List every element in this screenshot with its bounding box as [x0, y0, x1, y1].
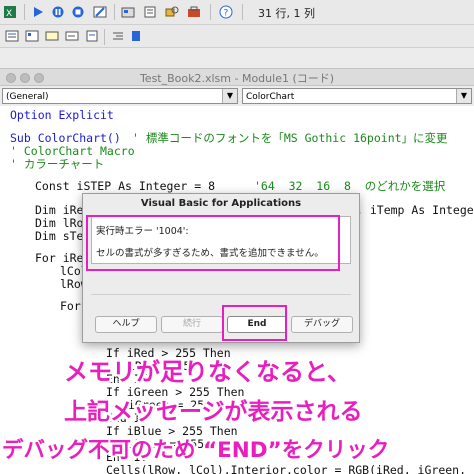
code-line: For — [60, 299, 81, 313]
dialog-divider — [91, 294, 351, 295]
code-comment: ' カラーチャート — [10, 157, 105, 171]
message-highlight — [86, 215, 340, 271]
continue-button[interactable]: 続行 — [161, 316, 223, 333]
list-constants-icon[interactable] — [24, 28, 40, 44]
quick-info-icon[interactable] — [44, 28, 60, 44]
cursor-position-readout: 31 行, 1 列 — [258, 7, 315, 20]
annotation-caption-1: メモリが足りなくなると、 — [64, 358, 352, 386]
procedure-dropdown-value: ColorChart — [246, 92, 295, 102]
svg-text:X: X — [6, 9, 12, 19]
debug-button[interactable]: デバッグ — [291, 316, 353, 333]
code-comment: ' ColorChart Macro — [10, 144, 135, 158]
code-line: Option Explicit — [10, 108, 114, 122]
indent-icon[interactable] — [110, 28, 126, 44]
standard-toolbar: X ? 31 行, 1 列 — [0, 0, 474, 25]
properties-icon[interactable] — [142, 4, 158, 20]
complete-word-icon[interactable] — [84, 28, 100, 44]
annotation-caption-3: デバッグ不可のため “END”をクリック — [2, 438, 390, 463]
window-title: Test_Book2.xlsm - Module1 (コード) — [139, 72, 335, 85]
annotation-caption-2: 上記メッセージが表示される — [64, 399, 363, 425]
svg-text:?: ? — [224, 9, 229, 19]
stop-icon[interactable] — [70, 4, 86, 20]
excel-icon[interactable]: X — [2, 4, 18, 20]
parameter-info-icon[interactable] — [64, 28, 80, 44]
code-line: Sub ColorChart() — [10, 131, 121, 145]
code-line: , iTemp As Integer — [356, 203, 474, 217]
run-icon[interactable] — [30, 4, 46, 20]
object-browser-icon[interactable] — [164, 4, 180, 20]
dialog-title: Visual Basic for Applications — [140, 198, 302, 209]
edit-toolbar — [0, 25, 474, 48]
chevron-down-icon: ▼ — [222, 89, 237, 103]
procedure-dropdown[interactable]: ColorChart ▼ — [242, 88, 472, 104]
help-button[interactable]: ヘルプ — [95, 316, 157, 333]
code-line: Const iSTEP As Integer = 8 — [35, 179, 216, 193]
pause-icon[interactable] — [50, 4, 66, 20]
code-line: Cells(lRow, lCol).Interior.color = RGB(i… — [106, 463, 474, 474]
help-icon[interactable]: ? — [218, 4, 234, 20]
end-button-highlight — [222, 305, 287, 341]
object-dropdown-value: (General) — [6, 92, 49, 102]
project-explorer-icon[interactable] — [120, 4, 136, 20]
code-comment: ' 標準コードのフォントを「MS Gothic 16point」に変更 — [132, 131, 448, 145]
toolbox-icon[interactable] — [186, 4, 202, 20]
code-comment: '64 32 16 8 のどれかを選択 — [254, 179, 446, 193]
object-dropdown[interactable]: (General) ▼ — [2, 88, 238, 104]
design-mode-icon[interactable] — [92, 4, 108, 20]
toggle-bookmark-icon[interactable] — [128, 28, 144, 44]
code-window-titlebar: Test_Book2.xlsm - Module1 (コード) — [0, 68, 474, 86]
chevron-down-icon: ▼ — [456, 89, 471, 103]
list-properties-icon[interactable] — [4, 28, 20, 44]
